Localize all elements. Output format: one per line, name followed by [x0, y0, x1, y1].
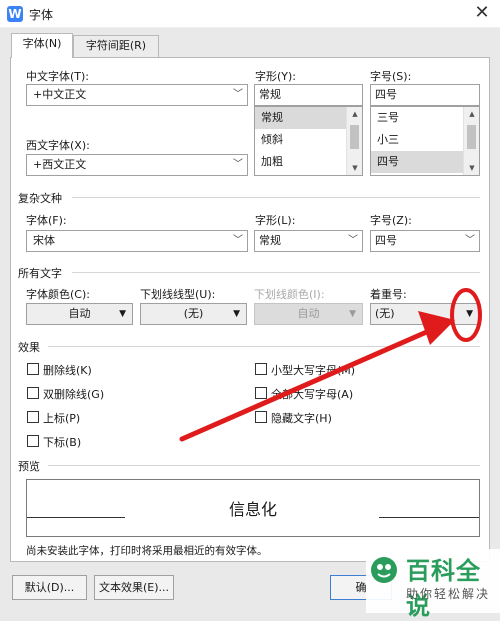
red-arrow-head — [418, 311, 455, 345]
watermark-sub-text: 助你轻松解决 — [406, 587, 491, 601]
red-arrow — [179, 324, 441, 442]
annotation-overlay — [179, 288, 482, 442]
watermark: 百科全说 助你轻松解决 — [366, 549, 500, 620]
red-highlight-circle — [450, 288, 482, 342]
tab-font[interactable]: 字体(N) — [11, 33, 73, 58]
watermark-logo-icon — [371, 557, 397, 583]
